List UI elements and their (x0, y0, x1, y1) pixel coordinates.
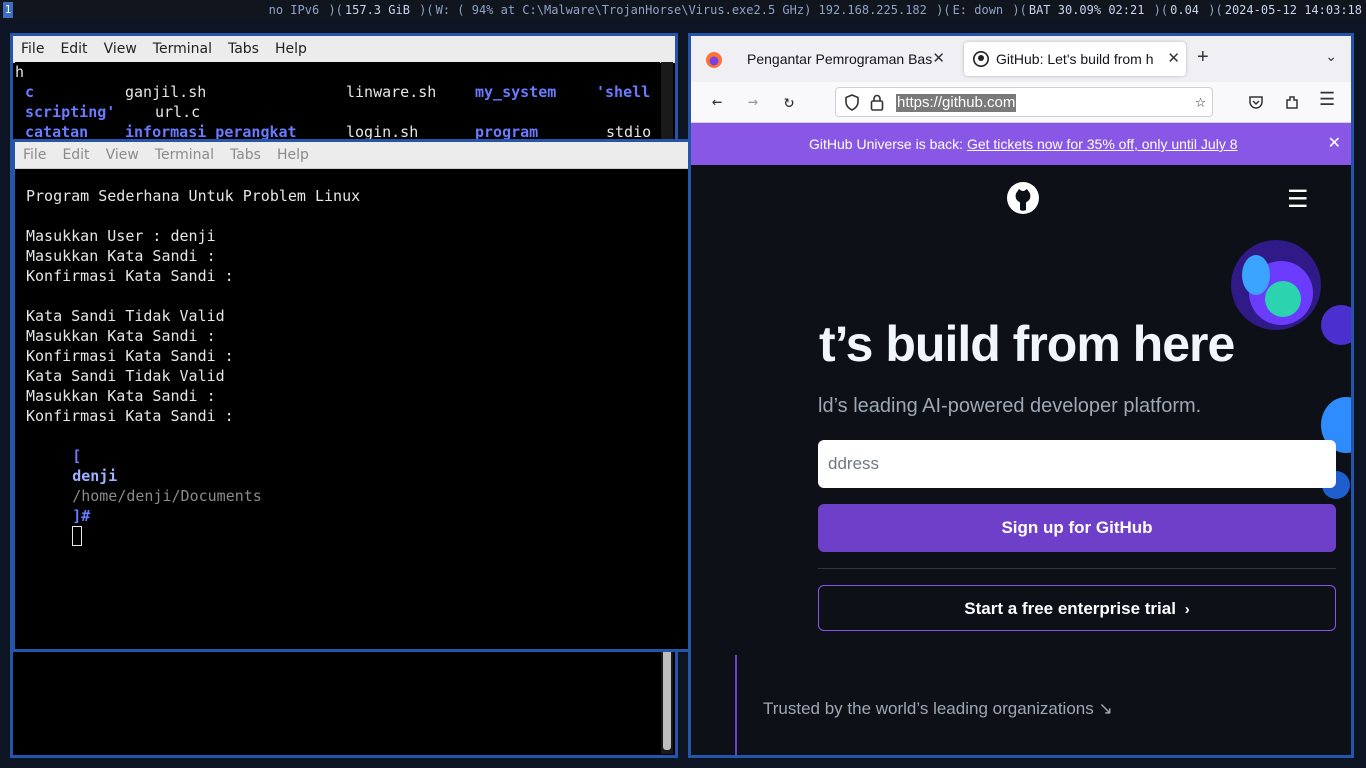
menu-terminal[interactable]: Terminal (147, 147, 222, 163)
menu-edit[interactable]: Edit (54, 147, 97, 163)
menu-help[interactable]: Help (269, 147, 317, 163)
signup-button[interactable]: Sign up for GitHub (818, 504, 1336, 552)
pocket-icon[interactable] (1248, 94, 1264, 110)
divider (818, 568, 1336, 569)
tab-github[interactable]: GitHub: Let's build from h ✕ (964, 42, 1186, 76)
chevron-right-icon: › (1184, 601, 1190, 618)
menu-terminal[interactable]: Terminal (145, 41, 220, 57)
ipv6-status: no IPv6 (268, 3, 320, 17)
accent-line (735, 655, 737, 755)
url-bar[interactable]: https://github.com ☆ (835, 87, 1213, 117)
hero-title: t’s build from here (819, 316, 1235, 372)
tab-strip: Pengantar Pemrograman Bas ✕ GitHub: Let'… (691, 36, 1351, 82)
clock: 2024-05-12 14:03:18 (1224, 3, 1362, 17)
menu-file[interactable]: File (15, 147, 54, 163)
menu-edit[interactable]: Edit (52, 41, 95, 57)
close-icon[interactable]: ✕ (1167, 42, 1180, 76)
banner-lead: GitHub Universe is back: (809, 136, 967, 152)
listing-item: url.c (155, 103, 201, 121)
browser-window[interactable]: Pengantar Pemrograman Bas ✕ GitHub: Let'… (688, 33, 1354, 758)
banner-text: GitHub Universe is back: Get tickets now… (809, 123, 1238, 165)
ethernet-status: E: down (952, 3, 1004, 17)
terminal-line: Kata Sandi Tidak Valid (26, 367, 225, 385)
extensions-icon[interactable] (1284, 94, 1300, 110)
terminal-line: Kata Sandi Tidak Valid (26, 307, 225, 325)
tab-pengantar[interactable]: Pengantar Pemrograman Bas ✕ (737, 42, 951, 76)
load-status: 0.04 (1170, 3, 1200, 17)
menu-tabs[interactable]: Tabs (222, 147, 269, 163)
close-icon[interactable]: ✕ (1328, 123, 1341, 165)
text-cursor (72, 526, 83, 546)
trusted-by-text: Trusted by the world’s leading organizat… (763, 699, 1113, 718)
terminal-line: Masukkan Kata Sandi : (26, 327, 216, 345)
battery-status: BAT 30.09% 02:21 (1028, 3, 1145, 17)
forward-icon[interactable]: → (741, 90, 765, 114)
terminal-line: Konfirmasi Kata Sandi : (26, 407, 234, 425)
hero-subtitle: ld’s leading AI-powered developer platfo… (818, 395, 1202, 417)
trial-label: Start a free enterprise trial (964, 599, 1176, 618)
listing-item: 'shell (596, 83, 651, 101)
new-tab-icon[interactable]: + (1197, 46, 1209, 69)
shield-icon[interactable] (844, 94, 860, 111)
url-text[interactable]: https://github.com (896, 94, 1017, 112)
listing-item: c (25, 83, 35, 101)
terminal-line: Masukkan Kata Sandi : (26, 387, 216, 405)
hamburger-menu-icon[interactable]: ☰ (1287, 185, 1309, 214)
lock-icon[interactable] (870, 94, 884, 111)
shell-prompt: [ denji /home/denji/Documents ]# (18, 426, 262, 566)
terminal-line: Konfirmasi Kata Sandi : (26, 347, 234, 365)
menu-view[interactable]: View (98, 147, 147, 163)
close-icon[interactable]: ✕ (932, 42, 945, 76)
back-icon[interactable]: ← (705, 90, 729, 114)
listing-item: scripting' (25, 103, 116, 121)
hamburger-menu-icon[interactable]: ☰ (1319, 89, 1335, 110)
disk-status: 157.3 GiB (344, 3, 410, 17)
back-terminal-menubar: File Edit View Terminal Tabs Help (13, 36, 675, 63)
reload-icon[interactable]: ↻ (777, 90, 801, 114)
terminal-line: Masukkan Kata Sandi : (26, 247, 216, 265)
email-input[interactable]: ddress (818, 440, 1336, 488)
github-favicon-icon (973, 51, 989, 67)
prompt-user: denji (72, 467, 118, 485)
firefox-icon[interactable] (705, 51, 723, 69)
status-info: no IPv6 )(157.3 GiB )(W: ( 94% at C:\Mal… (268, 3, 1362, 17)
terminal-line: Program Sederhana Untuk Problem Linux (26, 187, 361, 205)
listing-item: linware.sh (346, 83, 437, 101)
terminal-line: Konfirmasi Kata Sandi : (26, 267, 234, 285)
list-tabs-icon[interactable]: ⌄ (1325, 48, 1337, 65)
menu-view[interactable]: View (96, 41, 145, 57)
enterprise-trial-button[interactable]: Start a free enterprise trial › (818, 585, 1336, 631)
github-hero: ☰ t’s build from here ld’s leading AI-po… (691, 165, 1351, 755)
terminal-line: Masukkan User : denji (26, 227, 216, 245)
github-logo-icon[interactable] (1006, 181, 1040, 215)
prompt-bracket: [ (72, 447, 82, 465)
workspace-indicator[interactable]: 1 (3, 2, 13, 18)
prompt-path: /home/denji/Documents (72, 487, 262, 505)
wifi-status: W: ( 94% at C:\Malware\TrojanHorse\Virus… (435, 3, 927, 17)
navigation-bar: ← → ↻ https://github.com ☆ ☰ (691, 82, 1351, 123)
prompt-suffix: ]# (72, 507, 91, 525)
announcement-banner: GitHub Universe is back: Get tickets now… (691, 123, 1351, 165)
banner-link[interactable]: Get tickets now for 35% off, only until … (967, 136, 1238, 152)
tab-label: GitHub: Let's build from h (996, 51, 1154, 67)
menu-file[interactable]: File (13, 41, 52, 57)
terminal-line: h (15, 63, 25, 81)
menu-tabs[interactable]: Tabs (220, 41, 267, 57)
menu-help[interactable]: Help (267, 41, 315, 57)
status-bar: 1 no IPv6 )(157.3 GiB )(W: ( 94% at C:\M… (0, 0, 1366, 20)
bookmark-star-icon[interactable]: ☆ (1195, 91, 1206, 112)
tab-label: Pengantar Pemrograman Bas (747, 51, 933, 67)
listing-item: ganjil.sh (125, 83, 207, 101)
listing-item: my_system (475, 83, 557, 101)
